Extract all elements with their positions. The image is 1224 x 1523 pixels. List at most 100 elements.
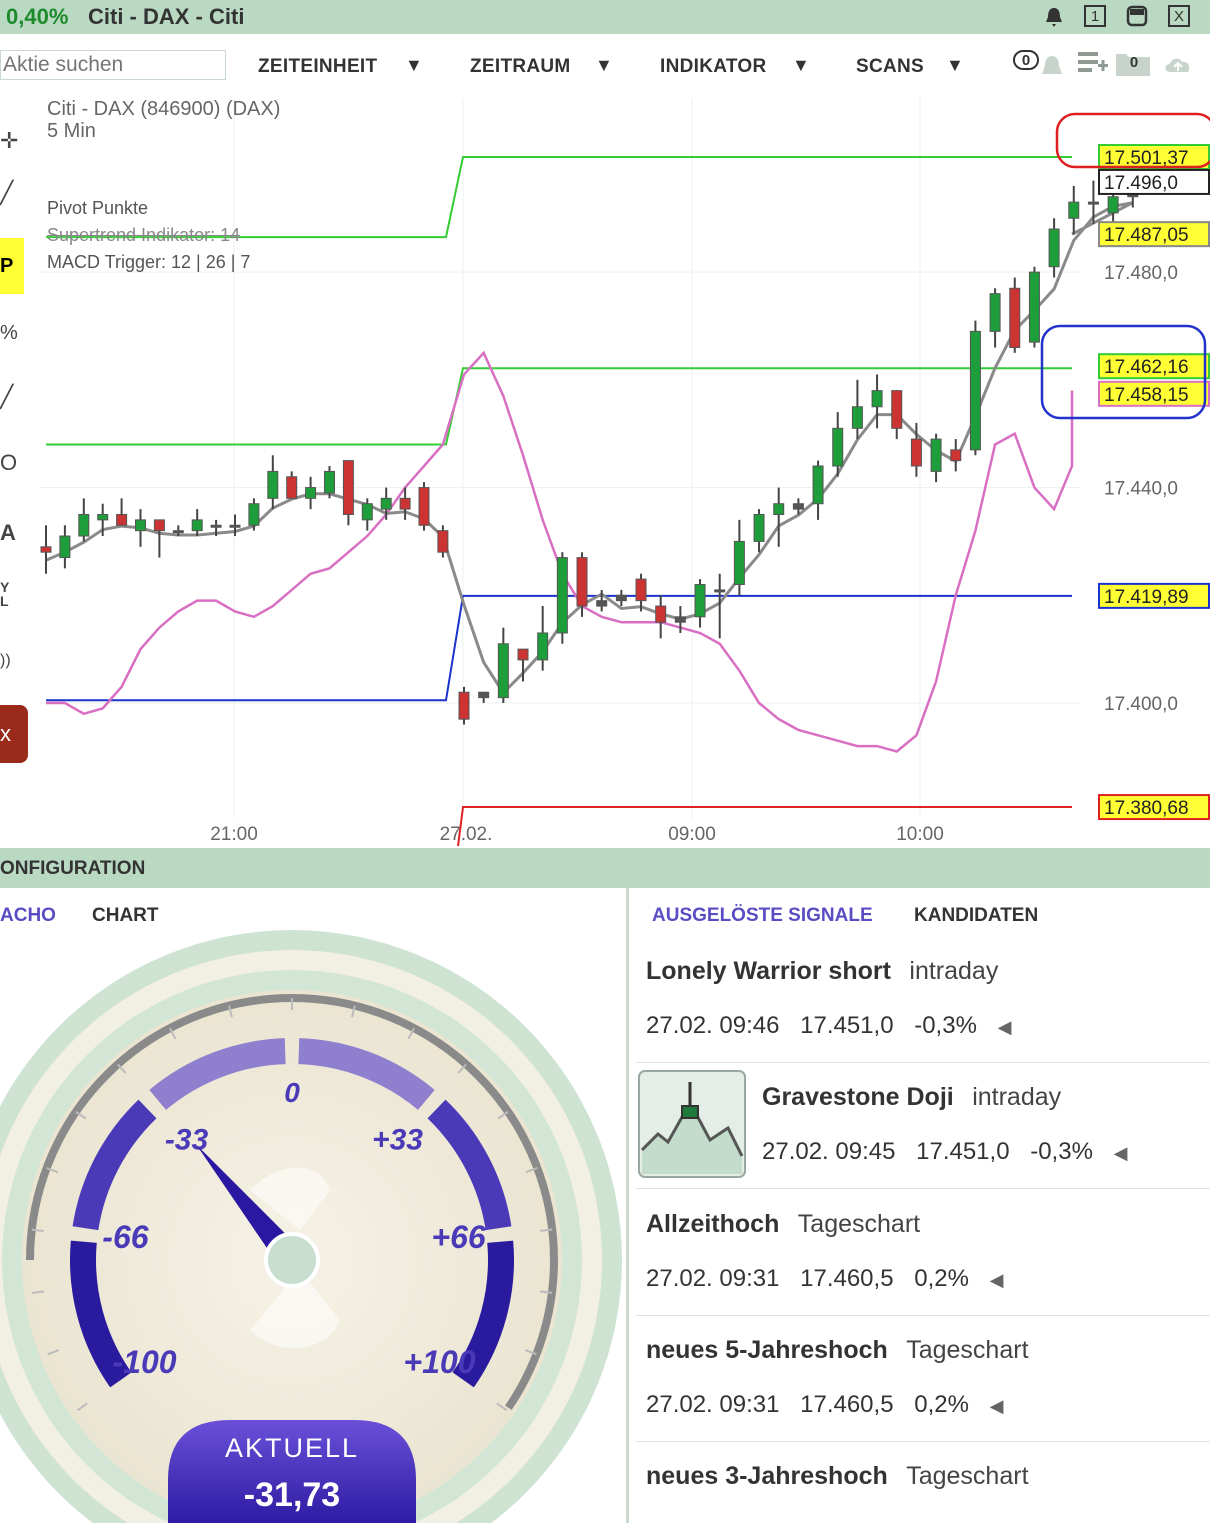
candle xyxy=(1107,196,1119,214)
menu-zeitraum[interactable]: ZEITRAUM xyxy=(470,56,571,78)
candle xyxy=(969,330,981,451)
candle xyxy=(135,519,146,532)
candle xyxy=(191,519,203,532)
chart-timeframe: 5 Min xyxy=(47,120,96,142)
candle xyxy=(248,503,260,526)
buy-sell-tool-icon[interactable]: YL xyxy=(0,580,9,608)
signal-details: 27.02. 09:31 17.460,5 0,2% ◀ xyxy=(646,1265,1003,1293)
tab-tacho[interactable]: ACHO xyxy=(0,905,56,927)
gauge-label: +33 xyxy=(372,1124,423,1157)
signal-type: intraday xyxy=(972,1083,1062,1111)
configuration-label: ONFIGURATION xyxy=(0,858,146,879)
signal-type: Tageschart xyxy=(797,1210,921,1238)
gauge-label: +66 xyxy=(431,1219,485,1255)
supertrend-line xyxy=(45,201,1134,696)
signal-price: 17.451,0 xyxy=(800,1012,894,1039)
title-bar: 0,40% Citi - DAX - Citi 1 X xyxy=(0,0,1210,34)
chevron-down-icon[interactable]: ▼ xyxy=(792,55,810,76)
candle xyxy=(153,519,165,532)
line-tool-icon[interactable]: ╱ xyxy=(0,180,13,206)
signal-details: 27.02. 09:31 17.460,5 0,2% ◀ xyxy=(646,1391,1003,1419)
crosshair-tool-icon[interactable]: ✛ xyxy=(0,128,18,154)
candle xyxy=(832,427,844,467)
add-list-icon[interactable] xyxy=(1076,50,1110,78)
alarm-bell-icon[interactable] xyxy=(1038,52,1066,80)
panel-divider[interactable] xyxy=(626,888,629,1523)
price-tag: 17.487,05 xyxy=(1104,225,1189,246)
price-tag: 17.462,16 xyxy=(1104,357,1189,378)
delete-tool-icon[interactable]: x xyxy=(0,705,28,763)
candle xyxy=(380,497,392,510)
text-tool-icon[interactable]: A xyxy=(0,520,16,546)
menu-scans[interactable]: SCANS xyxy=(856,56,924,78)
bell-icon[interactable] xyxy=(1042,5,1066,29)
gauge-label: +100 xyxy=(403,1344,475,1380)
speaker-icon[interactable]: ◀ xyxy=(1114,1143,1128,1163)
signal-date: 27.02. 09:45 xyxy=(762,1138,896,1165)
tab-kandidaten[interactable]: KANDIDATEN xyxy=(914,905,1038,927)
speaker-icon[interactable]: ◀ xyxy=(990,1396,1004,1416)
signal-item[interactable]: neues 5-Jahreshoch Tageschart xyxy=(646,1336,1029,1365)
price-chart[interactable]: 17.480,017.440,017.400,0 17.501,3717.496… xyxy=(0,98,1210,848)
maximize-icon[interactable] xyxy=(1126,5,1148,27)
cloud-icon[interactable] xyxy=(1162,52,1194,76)
window-button-one[interactable]: 1 xyxy=(1084,5,1106,27)
signal-item[interactable]: Allzeithoch Tageschart xyxy=(646,1210,920,1239)
signal-name: Lonely Warrior short xyxy=(646,957,891,985)
signal-item[interactable]: Lonely Warrior short intraday xyxy=(646,957,998,986)
candle xyxy=(891,390,903,429)
chevron-down-icon[interactable]: ▼ xyxy=(946,55,964,76)
candle xyxy=(1009,287,1021,349)
signal-item[interactable]: Gravestone Doji intraday xyxy=(762,1083,1061,1112)
signal-price: 17.451,0 xyxy=(916,1138,1010,1165)
supertrend-line xyxy=(45,201,1134,696)
pivot-tool-icon[interactable]: P xyxy=(0,238,24,294)
time-label: 10:00 xyxy=(896,824,944,845)
circle-tool-icon[interactable]: O xyxy=(0,450,17,476)
tab-ausgeloeste-signale[interactable]: AUSGELÖSTE SIGNALE xyxy=(652,905,873,927)
close-button[interactable]: X xyxy=(1168,5,1190,27)
candle xyxy=(989,293,1001,332)
candle xyxy=(1087,201,1099,205)
price-tag: 17.458,15 xyxy=(1104,385,1189,406)
price-tag: 17.380,68 xyxy=(1104,798,1189,819)
price-axis: 17.480,0 17.440,0 17.400,0 xyxy=(1104,263,1178,715)
macd-trigger-line xyxy=(46,350,1074,753)
candle xyxy=(458,691,470,720)
price-label: 17.400,0 xyxy=(1104,694,1178,715)
indicator-macd[interactable]: MACD Trigger: 12 | 26 | 7 xyxy=(47,252,250,273)
indicator-pivot[interactable]: Pivot Punkte xyxy=(47,198,148,219)
change-percent: 0,40% xyxy=(6,4,69,29)
configuration-bar[interactable]: ONFIGURATION xyxy=(0,848,1210,888)
speaker-icon[interactable]: ◀ xyxy=(998,1017,1012,1037)
speaker-icon[interactable]: ◀ xyxy=(990,1270,1004,1290)
candle xyxy=(361,503,373,521)
gauge-hub xyxy=(264,1232,320,1288)
candle xyxy=(437,530,449,553)
candle xyxy=(478,691,490,699)
tab-chart[interactable]: CHART xyxy=(92,905,159,927)
chevron-down-icon[interactable]: ▼ xyxy=(595,55,613,76)
signal-item[interactable]: neues 3-Jahreshoch Tageschart xyxy=(646,1462,1029,1491)
indicator-supertrend[interactable]: Supertrend Indikator: 14 xyxy=(47,225,240,246)
gauge-label: 0 xyxy=(284,1077,300,1108)
chevron-down-icon[interactable]: ▼ xyxy=(405,55,423,76)
menu-indikator[interactable]: INDIKATOR xyxy=(660,56,767,78)
candle xyxy=(286,476,298,499)
gauge-label: -100 xyxy=(113,1344,177,1380)
signal-change: 0,2% xyxy=(914,1391,969,1418)
alert-count-badge[interactable]: 0 xyxy=(1013,50,1039,70)
candle xyxy=(812,465,824,505)
signal-type: Tageschart xyxy=(906,1336,1029,1364)
sound-tool-icon[interactable]: )) xyxy=(0,652,11,670)
percent-tool-icon[interactable]: % xyxy=(0,322,18,345)
candle xyxy=(59,535,71,559)
candle xyxy=(753,513,765,542)
search-input[interactable] xyxy=(0,50,226,80)
menu-zeiteinheit[interactable]: ZEITEINHEIT xyxy=(258,56,377,78)
candle xyxy=(655,605,667,623)
signal-change: -0,3% xyxy=(914,1012,977,1039)
pen-tool-icon[interactable]: ╱ xyxy=(0,384,13,410)
divider xyxy=(636,1188,1210,1189)
signal-date: 27.02. 09:46 xyxy=(646,1012,780,1039)
